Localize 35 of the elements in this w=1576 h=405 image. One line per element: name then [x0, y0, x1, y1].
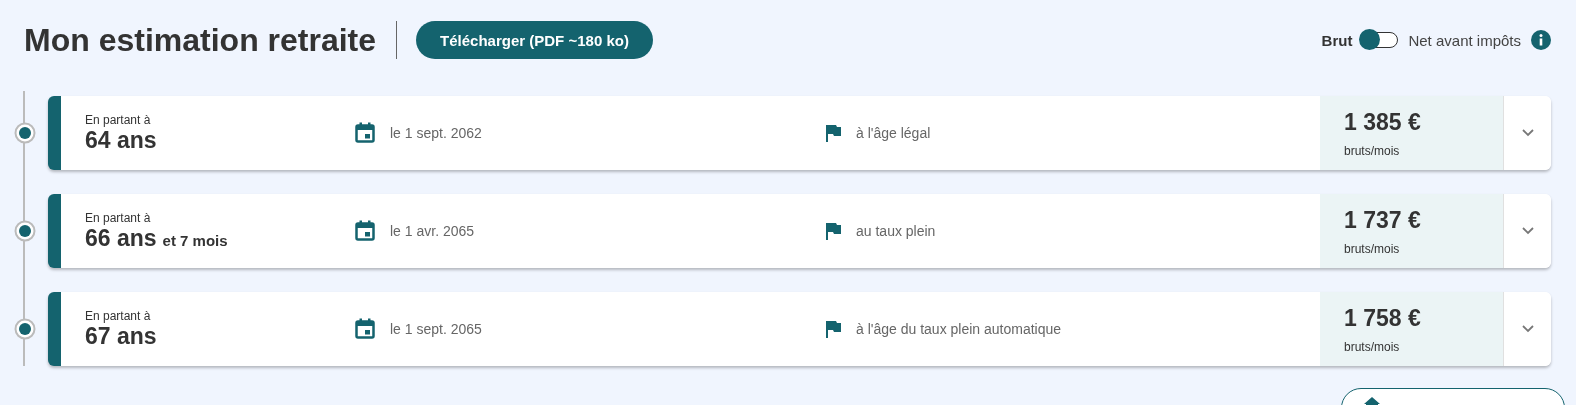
date-text: le 1 sept. 2062 — [390, 125, 482, 141]
toggle-label: Net avant impôts — [1408, 31, 1521, 49]
caption: En partant à — [85, 308, 152, 323]
amount-value: 1 385 € — [1344, 108, 1422, 136]
toggle-label: Brut — [1321, 31, 1353, 49]
amount-value: 1 758 € — [1344, 304, 1422, 332]
amount-value: 1 737 € — [1344, 206, 1422, 234]
condition-text: au taux plein — [856, 223, 936, 239]
chevron-icon — [1521, 325, 1534, 333]
flag-icon — [825, 124, 841, 142]
house-icon — [1364, 397, 1380, 405]
calendar-icon — [355, 122, 375, 144]
calendar-icon — [355, 318, 375, 340]
info-icon[interactable] — [1531, 30, 1551, 50]
toggle-switch[interactable] — [1362, 32, 1399, 48]
chevron-icon — [1521, 227, 1534, 235]
age-value: 64 ans — [85, 126, 157, 153]
condition-text: à l'âge légal — [856, 125, 931, 141]
date-text: le 1 sept. 2065 — [390, 321, 482, 337]
caption: En partant à — [85, 112, 152, 127]
age-value: 66 ans — [85, 224, 157, 251]
amount-unit: bruts/mois — [1344, 143, 1401, 158]
chevron-icon — [1521, 129, 1534, 137]
amount-unit: bruts/mois — [1344, 339, 1401, 354]
condition-text: à l'âge du taux plein automatique — [856, 321, 1062, 337]
date-text: le 1 avr. 2065 — [390, 223, 475, 239]
flag-icon — [825, 222, 841, 240]
download-button[interactable]: Télécharger (PDF ~180 ko) — [416, 21, 653, 59]
age-extra: et 7 mois — [162, 231, 228, 249]
calendar-icon — [355, 220, 375, 242]
age-value: 67 ans — [85, 322, 157, 349]
page-title: Mon estimation retraite — [24, 21, 377, 59]
flag-icon — [825, 320, 841, 338]
amount-unit: bruts/mois — [1344, 241, 1401, 256]
caption: En partant à — [85, 210, 152, 225]
